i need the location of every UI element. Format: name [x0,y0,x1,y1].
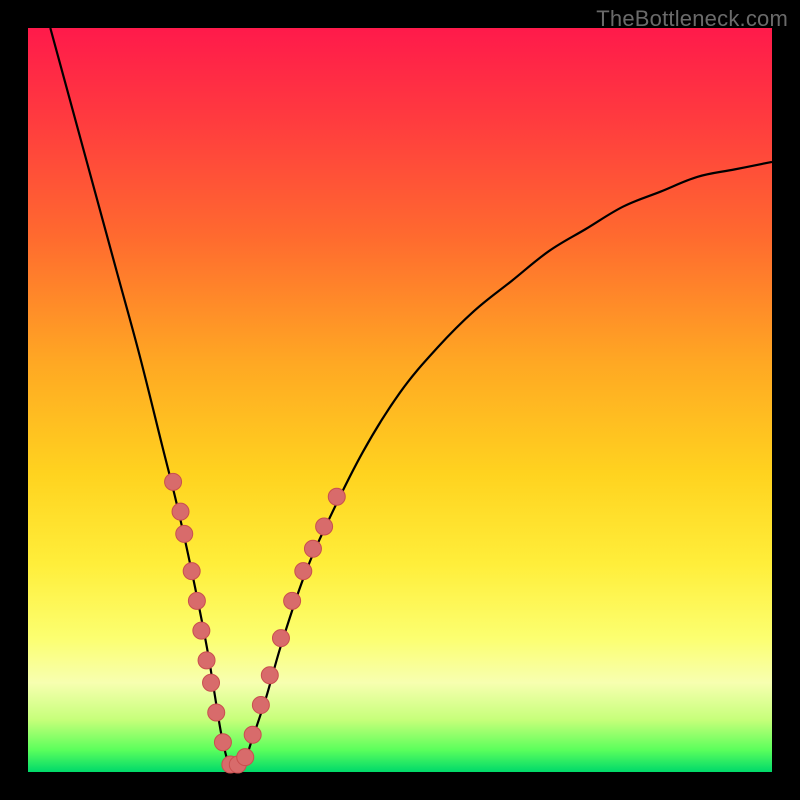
sample-point [198,652,215,669]
sample-point [261,667,278,684]
sample-point [188,592,205,609]
sample-point [183,563,200,580]
sample-point [244,726,261,743]
chart-frame [28,28,772,772]
sample-point [193,622,210,639]
sample-point [172,503,189,520]
sample-points-group [165,473,346,773]
sample-point [304,540,321,557]
sample-point [176,525,193,542]
sample-point [284,592,301,609]
sample-point [203,674,220,691]
sample-point [295,563,312,580]
sample-point [214,734,231,751]
sample-point [328,488,345,505]
bottleneck-plot [28,28,772,772]
sample-point [165,473,182,490]
sample-point [272,630,289,647]
sample-point [316,518,333,535]
sample-point [208,704,225,721]
watermark-text: TheBottleneck.com [596,6,788,32]
sample-point [252,697,269,714]
bottleneck-curve [50,28,772,772]
sample-point [237,749,254,766]
